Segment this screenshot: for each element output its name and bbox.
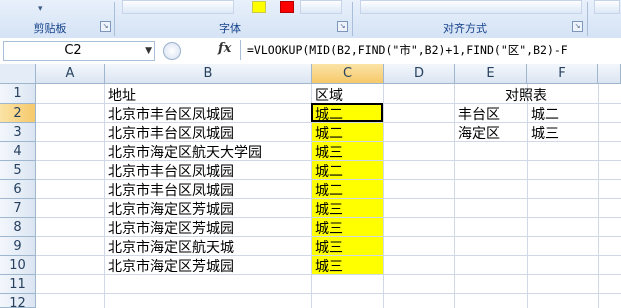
cell-b10[interactable]: 北京市海定区芳城园 — [108, 256, 234, 276]
cell-c3[interactable]: 城二 — [315, 123, 343, 143]
clipboard-group-label: 剪贴板 — [33, 22, 67, 35]
cell-b3[interactable]: 北京市丰台区凤城园 — [108, 123, 234, 143]
cell-b7[interactable]: 北京市海定区芳城园 — [108, 199, 234, 219]
ribbon: ▾ 剪贴板 ↘ 字体 ↘ 对齐方式 ↘ — [0, 0, 621, 39]
group-separator — [352, 2, 353, 36]
active-cell-border — [311, 103, 383, 122]
cancel-circle-icon[interactable] — [163, 42, 181, 60]
cell-b8[interactable]: 北京市海定区芳城园 — [108, 218, 234, 238]
font-group-label: 字体 — [219, 22, 241, 35]
row-header-10[interactable]: 10 — [0, 256, 36, 275]
font-button[interactable] — [122, 0, 234, 14]
cell-e3[interactable]: 海定区 — [458, 123, 500, 143]
alignment-button[interactable] — [360, 0, 582, 14]
cell-e2[interactable]: 丰台区 — [458, 104, 500, 124]
group-separator — [114, 2, 115, 36]
font-launcher-icon[interactable]: ↘ — [337, 21, 348, 32]
font-size-button[interactable] — [300, 0, 342, 14]
cell-c6[interactable]: 城二 — [315, 180, 343, 200]
row-header-3[interactable]: 3 — [0, 123, 36, 142]
row-header-6[interactable]: 6 — [0, 180, 36, 199]
cell-f3[interactable]: 城三 — [531, 123, 559, 143]
name-box-value: C2 — [64, 43, 82, 58]
cell-c9[interactable]: 城三 — [315, 237, 343, 257]
column-header-f[interactable]: F — [527, 64, 598, 84]
row-header-1[interactable]: 1 — [0, 84, 36, 104]
cell-e1-lookup-title[interactable]: 对照表 — [505, 85, 547, 105]
highlight-color-swatch[interactable] — [252, 1, 266, 13]
cell-c1[interactable]: 区域 — [315, 85, 343, 105]
name-box[interactable]: C2 ▼ — [3, 41, 155, 61]
row-header-9[interactable]: 9 — [0, 237, 36, 256]
row-header-2[interactable]: 2 — [0, 104, 36, 123]
cell-c7[interactable]: 城三 — [315, 199, 343, 219]
cell-b2[interactable]: 北京市丰台区凤城园 — [108, 104, 234, 124]
group-separator — [587, 2, 588, 36]
row-gridline — [36, 293, 621, 294]
cell-c10[interactable]: 城三 — [315, 256, 343, 276]
row-header-4[interactable]: 4 — [0, 142, 36, 161]
font-color-swatch[interactable] — [280, 1, 294, 13]
row-header-8[interactable]: 8 — [0, 218, 36, 237]
row-header-7[interactable]: 7 — [0, 199, 36, 218]
alignment-group-label: 对齐方式 — [443, 22, 487, 35]
cell-c8[interactable]: 城三 — [315, 218, 343, 238]
cell-b9[interactable]: 北京市海定区航天城 — [108, 237, 234, 257]
column-header-d[interactable]: D — [384, 64, 455, 84]
cell-b6[interactable]: 北京市丰台区凤城园 — [108, 180, 234, 200]
column-header-b[interactable]: B — [105, 64, 312, 84]
number-button[interactable] — [594, 0, 620, 14]
column-header-c[interactable]: C — [312, 64, 384, 84]
cell-b4[interactable]: 北京市海定区航天大学园 — [108, 142, 262, 162]
row-header-12[interactable]: 12 — [0, 294, 36, 308]
clipboard-dropdown-icon[interactable]: ▾ — [38, 4, 43, 14]
chevron-down-icon[interactable]: ▼ — [145, 42, 152, 60]
cell-c4[interactable]: 城三 — [315, 142, 343, 162]
cell-b5[interactable]: 北京市丰台区凤城园 — [108, 161, 234, 181]
alignment-launcher-icon[interactable]: ↘ — [572, 21, 583, 32]
insert-function-icon[interactable]: fx — [218, 41, 231, 56]
column-header-e[interactable]: E — [455, 64, 527, 84]
cell-b1[interactable]: 地址 — [108, 85, 136, 105]
clipboard-launcher-icon[interactable]: ↘ — [100, 21, 111, 32]
column-header-g[interactable] — [598, 64, 621, 84]
formula-bar: C2 ▼ fx =VLOOKUP(MID(B2,FIND("市",B2)+1,F… — [0, 38, 621, 65]
select-all-corner[interactable] — [0, 64, 36, 84]
column-header-a[interactable]: A — [36, 64, 105, 84]
cell-c5[interactable]: 城二 — [315, 161, 343, 181]
cell-f2[interactable]: 城二 — [531, 104, 559, 124]
row-header-5[interactable]: 5 — [0, 161, 36, 180]
formula-input[interactable]: =VLOOKUP(MID(B2,FIND("市",B2)+1,FIND("区",… — [240, 40, 621, 60]
row-header-11[interactable]: 11 — [0, 275, 36, 294]
